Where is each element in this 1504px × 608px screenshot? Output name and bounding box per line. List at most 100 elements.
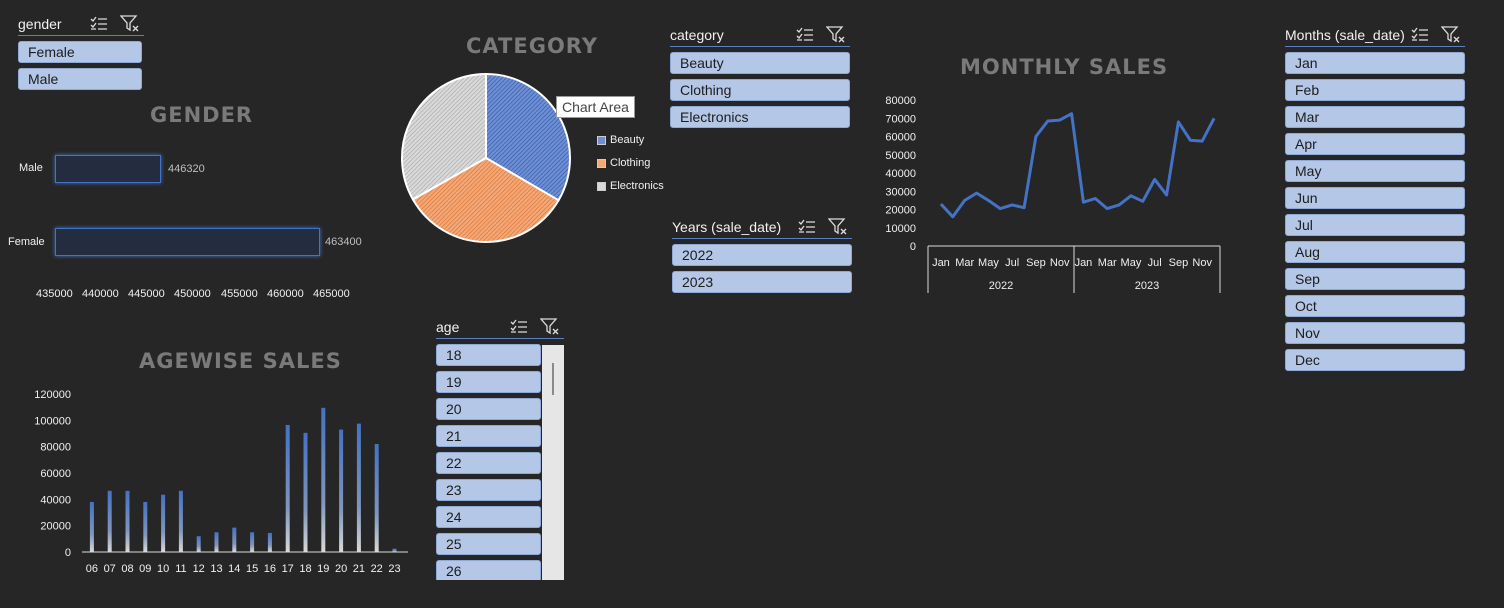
agewise-bar (89, 501, 94, 552)
agewise-y-tick: 80000 (40, 442, 71, 454)
monthly-y-tick: 40000 (885, 168, 916, 180)
slicer-item-beauty[interactable]: Beauty (670, 52, 850, 74)
monthly-y-tick: 30000 (885, 186, 916, 198)
slicer-item-may[interactable]: May (1285, 160, 1465, 182)
multi-select-icon[interactable] (90, 16, 108, 32)
slicer-item-jan[interactable]: Jan (1285, 52, 1465, 74)
agewise-x-tick: 19 (317, 563, 329, 575)
monthly-x-tick: Sep (1026, 257, 1046, 269)
category-slicer: category Beauty Clothing Electronics (670, 24, 850, 128)
slicer-item-apr[interactable]: Apr (1285, 133, 1465, 155)
slicer-item-female[interactable]: Female (18, 41, 142, 63)
clear-filter-icon[interactable] (826, 26, 846, 44)
gender-slicer-header: gender (18, 13, 144, 36)
category-slicer-header: category (670, 24, 850, 47)
monthly-y-tick: 60000 (885, 132, 916, 144)
agewise-bar (250, 532, 255, 552)
slicer-item-age-19[interactable]: 19 (436, 371, 541, 393)
monthly-year-label: 2023 (1135, 280, 1159, 292)
gender-x-tick: 450000 (174, 288, 211, 300)
legend-label: Electronics (610, 180, 664, 192)
category-pie (401, 72, 571, 243)
slicer-item-age-22[interactable]: 22 (436, 452, 541, 474)
multi-select-icon[interactable] (1411, 27, 1429, 43)
slicer-item-jul[interactable]: Jul (1285, 214, 1465, 236)
monthly-line-plot: 80000 70000 60000 50000 40000 30000 20000 10000… (885, 95, 1221, 293)
agewise-bar (339, 429, 344, 552)
gender-x-tick: 445000 (128, 288, 165, 300)
years-slicer-header: Years (sale_date) (672, 216, 852, 239)
clear-filter-icon[interactable] (1441, 26, 1461, 44)
gender-chart-title: GENDER (150, 103, 254, 127)
gender-chart[interactable]: Male Female 446320 463400 435000 440000 … (0, 140, 400, 310)
slicer-item-oct[interactable]: Oct (1285, 295, 1465, 317)
slicer-item-age-25[interactable]: 25 (436, 533, 541, 555)
agewise-bar (196, 536, 201, 552)
slicer-item-sep[interactable]: Sep (1285, 268, 1465, 290)
years-slicer: Years (sale_date) 2022 2023 (672, 216, 852, 293)
category-chart[interactable]: Chart Area Beauty Clothing Electronics (395, 70, 675, 250)
clear-filter-icon[interactable] (120, 15, 140, 33)
slicer-item-aug[interactable]: Aug (1285, 241, 1465, 263)
monthly-x-tick: Jan (932, 257, 950, 269)
slicer-item-age-20[interactable]: 20 (436, 398, 541, 420)
agewise-chart-title: AGEWISE SALES (139, 349, 342, 373)
slicer-item-age-24[interactable]: 24 (436, 506, 541, 528)
slicer-item-electronics[interactable]: Electronics (670, 106, 850, 128)
monthly-x-tick: May (978, 257, 999, 269)
slicer-item-male[interactable]: Male (18, 68, 142, 90)
monthly-x-tick: Jul (1005, 257, 1019, 269)
slicer-item-jun[interactable]: Jun (1285, 187, 1465, 209)
agewise-y-tick: 100000 (34, 415, 71, 427)
legend-item-beauty: Beauty (597, 134, 644, 146)
monthly-chart-title: MONTHLY SALES (960, 55, 1169, 79)
slicer-item-age-23[interactable]: 23 (436, 479, 541, 501)
agewise-bar (107, 490, 112, 552)
agewise-x-tick: 12 (193, 563, 205, 575)
gender-slicer-title: gender (18, 16, 62, 32)
age-slicer-title: age (436, 319, 460, 335)
slicer-item-dec[interactable]: Dec (1285, 349, 1465, 371)
legend-item-clothing: Clothing (597, 157, 650, 169)
clear-filter-icon[interactable] (828, 218, 848, 236)
monthly-y-tick: 80000 (885, 95, 916, 107)
gender-category-label: Male (19, 162, 43, 174)
slicer-item-clothing[interactable]: Clothing (670, 79, 850, 101)
agewise-y-tick: 20000 (40, 521, 71, 533)
agewise-bar (392, 548, 397, 552)
agewise-bar (374, 444, 379, 552)
agewise-x-tick: 07 (104, 563, 116, 575)
multi-select-icon[interactable] (798, 219, 816, 235)
age-slicer-header: age (436, 316, 564, 339)
monthly-x-tick: Jan (1075, 257, 1093, 269)
legend-swatch (597, 135, 606, 145)
age-slicer-scrollbar[interactable] (542, 345, 564, 580)
multi-select-icon[interactable] (510, 319, 528, 335)
monthly-y-tick: 50000 (885, 150, 916, 162)
slicer-item-mar[interactable]: Mar (1285, 106, 1465, 128)
gender-data-label: 463400 (325, 236, 362, 248)
slicer-item-2022[interactable]: 2022 (672, 244, 852, 266)
agewise-x-tick: 14 (228, 563, 240, 575)
agewise-chart[interactable]: 120000 100000 80000 60000 40000 20000 0 06 07 08 0… (20, 380, 415, 580)
category-chart-title: CATEGORY (466, 34, 599, 58)
slicer-item-nov[interactable]: Nov (1285, 322, 1465, 344)
slicer-item-2023[interactable]: 2023 (672, 271, 852, 293)
slicer-item-age-26[interactable]: 26 (436, 560, 541, 580)
slicer-item-age-21[interactable]: 21 (436, 425, 541, 447)
agewise-bar (143, 501, 148, 552)
agewise-y-tick: 120000 (34, 389, 71, 401)
slicer-item-feb[interactable]: Feb (1285, 79, 1465, 101)
monthly-x-tick: Mar (955, 257, 974, 269)
agewise-y-tick: 60000 (40, 468, 71, 480)
agewise-x-tick: 08 (121, 563, 133, 575)
multi-select-icon[interactable] (796, 27, 814, 43)
slicer-item-age-18[interactable]: 18 (436, 344, 541, 366)
agewise-x-tick: 20 (335, 563, 347, 575)
agewise-x-tick: 23 (388, 563, 400, 575)
monthly-chart[interactable]: 80000 70000 60000 50000 40000 30000 20000 10000… (880, 90, 1230, 300)
monthly-x-tick: Nov (1192, 257, 1212, 269)
agewise-x-tick: 13 (210, 563, 222, 575)
age-slicer-scroll-thumb[interactable] (552, 363, 554, 395)
clear-filter-icon[interactable] (540, 318, 560, 336)
